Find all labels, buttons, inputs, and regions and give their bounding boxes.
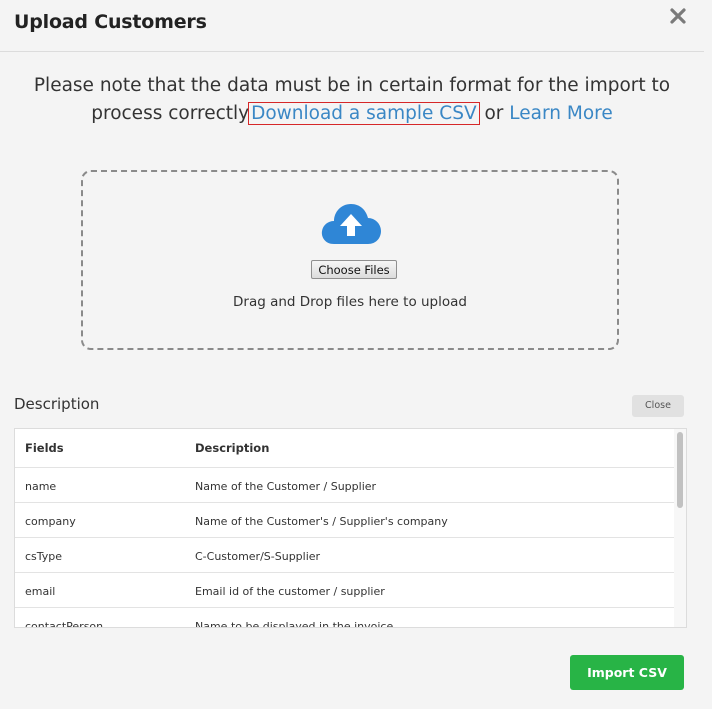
cloud-upload-icon: [320, 200, 382, 246]
close-icon[interactable]: [668, 6, 688, 26]
fields-table[interactable]: Fields Description name Name of the Cust…: [14, 428, 687, 628]
table-row: company Name of the Customer's / Supplie…: [15, 503, 675, 538]
field-cell: company: [25, 515, 76, 528]
learn-more-link[interactable]: Learn More: [509, 103, 612, 124]
table-row: email Email id of the customer / supplie…: [15, 573, 675, 608]
import-csv-button[interactable]: Import CSV: [570, 655, 684, 690]
description-cell: Name of the Customer / Supplier: [195, 480, 377, 493]
description-close-button[interactable]: Close: [632, 395, 684, 417]
dialog-header: Upload Customers: [0, 0, 704, 52]
field-cell: csType: [25, 550, 63, 563]
format-notice: Please note that the data must be in cer…: [0, 72, 704, 128]
column-header-fields: Fields: [25, 441, 64, 455]
choose-files-button[interactable]: Choose Files: [311, 260, 397, 279]
description-heading: Description: [14, 395, 100, 413]
download-sample-csv-link[interactable]: Download a sample CSV: [248, 102, 480, 125]
file-dropzone[interactable]: Choose Files Drag and Drop files here to…: [81, 170, 619, 350]
drag-drop-hint: Drag and Drop files here to upload: [233, 294, 467, 310]
description-cell: Name to be displayed in the invoice: [195, 620, 394, 628]
upload-customers-dialog: Upload Customers Please note that the da…: [0, 0, 704, 709]
field-cell: contactPerson: [25, 620, 104, 628]
table-row: csType C-Customer/S-Supplier: [15, 538, 675, 573]
table-scrollbar[interactable]: [674, 429, 686, 627]
dialog-title: Upload Customers: [14, 11, 207, 33]
description-cell: Email id of the customer / supplier: [195, 585, 385, 598]
description-cell: C-Customer/S-Supplier: [195, 550, 321, 563]
notice-connector: or: [478, 103, 510, 124]
column-header-description: Description: [195, 441, 270, 455]
field-cell: email: [25, 585, 56, 598]
field-cell: name: [25, 480, 57, 493]
table-row: name Name of the Customer / Supplier: [15, 468, 675, 503]
table-header-row: Fields Description: [15, 429, 675, 468]
scrollbar-thumb[interactable]: [677, 432, 683, 508]
description-cell: Name of the Customer's / Supplier's comp…: [195, 515, 448, 528]
table-row: contactPerson Name to be displayed in th…: [15, 608, 675, 628]
